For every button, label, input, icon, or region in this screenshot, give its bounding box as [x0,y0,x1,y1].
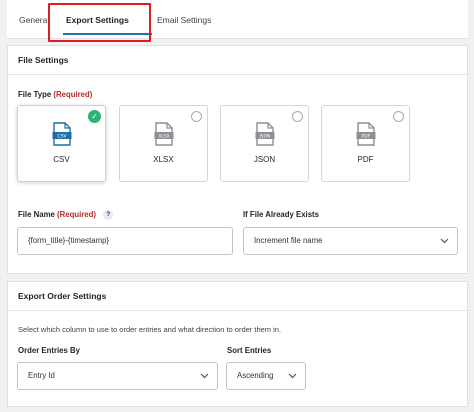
file-type-pdf[interactable]: PDF PDF [321,105,410,182]
svg-text:XLSX: XLSX [158,134,169,140]
file-name-value: {form_title}-{timestamp} [28,236,110,245]
file-type-csv[interactable]: CSV CSV ✓ [17,105,106,182]
tab-highlight-box [48,3,151,42]
checkmark-icon: ✓ [88,110,101,123]
json-file-icon: JSON [255,122,275,146]
file-exists-label: If File Already Exists [243,210,319,219]
file-type-json[interactable]: JSON JSON [220,105,309,182]
order-by-value: Entry Id [28,371,55,380]
file-exists-value: Increment file name [254,236,323,245]
required-marker: (Required) [57,210,97,219]
sort-entries-label: Sort Entries [227,346,272,355]
radio-circle-icon[interactable] [191,111,202,122]
sort-entries-select[interactable]: Ascending [226,362,306,390]
required-marker: (Required) [53,90,93,99]
export-order-settings-card: Export Order Settings Select which colum… [7,281,468,407]
file-type-name: CSV [53,155,70,164]
file-type-name: JSON [253,155,276,164]
svg-text:JSON: JSON [259,134,271,140]
file-name-input[interactable]: {form_title}-{timestamp} [17,227,233,255]
order-by-label: Order Entries By [18,346,80,355]
chevron-down-icon [288,373,297,379]
file-settings-card: File Settings File Type (Required) CSV C… [7,45,468,274]
svg-text:CSV: CSV [57,134,67,140]
tab-email-settings[interactable]: Email Settings [157,0,211,39]
order-settings-description: Select which column to use to order entr… [18,325,282,334]
csv-file-icon: CSV [52,122,72,146]
file-type-label: File Type (Required) [18,90,92,99]
export-order-settings-title: Export Order Settings [8,282,467,311]
file-type-xlsx[interactable]: XLSX XLSX [119,105,208,182]
file-name-label-text: File Name [18,210,55,219]
chevron-down-icon [440,238,449,244]
chevron-down-icon [200,373,209,379]
file-type-label-text: File Type [18,90,52,99]
file-settings-title: File Settings [8,46,467,75]
svg-text:PDF: PDF [362,134,371,140]
radio-circle-icon[interactable] [393,111,404,122]
radio-circle-icon[interactable] [292,111,303,122]
tab-general[interactable]: General [19,0,49,39]
order-by-select[interactable]: Entry Id [17,362,218,390]
pdf-file-icon: PDF [356,122,376,146]
file-name-label: File Name (Required) ? [18,210,114,220]
sort-entries-value: Ascending [237,371,274,380]
xlsx-file-icon: XLSX [154,122,174,146]
file-type-name: XLSX [153,155,174,164]
file-type-name: PDF [357,155,374,164]
file-exists-select[interactable]: Increment file name [243,227,458,255]
help-icon[interactable]: ? [103,210,114,220]
